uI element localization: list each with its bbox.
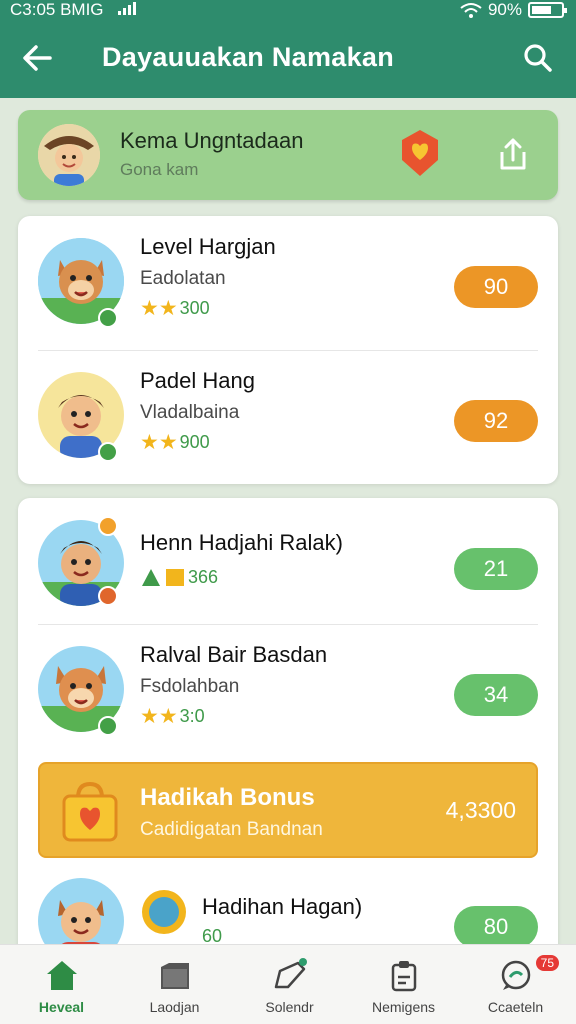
- online-status-dot: [98, 308, 118, 328]
- bonus-subtitle: Cadidigatan Bandnan: [140, 819, 323, 840]
- rating-value: 366: [188, 566, 219, 587]
- profile-banner[interactable]: Kema Ungntadaan Gona kam: [18, 110, 558, 200]
- list-item[interactable]: Level Hargjan Eadolatan ★★ 300 90: [18, 216, 558, 350]
- page-title: Dayauuakan Namakan: [102, 42, 395, 72]
- score-badge[interactable]: 92: [454, 400, 538, 442]
- bonus-banner[interactable]: Hadikah Bonus Cadidigatan Bandnan 4,3300: [38, 762, 538, 858]
- profile-avatar: [38, 124, 100, 186]
- back-arrow-icon[interactable]: [18, 40, 58, 76]
- compass-badge-icon: [142, 890, 186, 934]
- battery-icon: [528, 2, 567, 18]
- score-badge[interactable]: 80: [454, 906, 538, 948]
- score-badge[interactable]: 21: [454, 548, 538, 590]
- online-status-dot: [98, 442, 118, 462]
- app-header: C3:05 BMIG 90% Dayauuakan Namakan: [0, 0, 576, 98]
- wifi-icon: [460, 3, 482, 18]
- bottom-tab-bar: Heveal Laodjan Solendr Nemigens 75 Ccaet…: [0, 944, 576, 1024]
- star-icon: ★★: [140, 431, 178, 454]
- item-rating: ★★ 3:0: [140, 706, 205, 727]
- tab-solendr[interactable]: Solendr: [232, 945, 347, 1024]
- bonus-title: Hadikah Bonus: [140, 784, 315, 811]
- online-status-dot: [98, 716, 118, 736]
- tab-label: Solendr: [265, 999, 314, 1015]
- achievement-dot: [98, 516, 118, 536]
- tab-nemigens[interactable]: Nemigens: [346, 945, 461, 1024]
- rating-value: 900: [179, 432, 210, 452]
- tab-label: Heveal: [38, 999, 85, 1015]
- item-rating: 366: [140, 566, 218, 588]
- edit-icon: [274, 958, 307, 989]
- award-badge-icon[interactable]: [398, 128, 442, 178]
- score-badge[interactable]: 90: [454, 266, 538, 308]
- rating-value: 300: [179, 298, 210, 318]
- leaderboard-card-top: Level Hargjan Eadolatan ★★ 300 90 Padel …: [18, 216, 558, 484]
- clipboard-icon: [391, 961, 417, 992]
- star-icon: ★★: [140, 297, 178, 320]
- rank-icons: [142, 569, 184, 586]
- battery-percent: 90%: [487, 0, 522, 19]
- folder-icon: [161, 963, 189, 989]
- search-icon[interactable]: [520, 40, 556, 76]
- item-subtitle: Vladalbaina: [140, 402, 240, 423]
- home-icon: [47, 961, 77, 990]
- score-badge[interactable]: 34: [454, 674, 538, 716]
- item-rating: ★★ 300: [140, 298, 210, 319]
- tab-laodjan[interactable]: Laodjan: [117, 945, 232, 1024]
- share-icon[interactable]: [496, 136, 530, 172]
- signal-icon: [118, 2, 136, 15]
- gift-bag-icon: [62, 781, 118, 842]
- tab-label: Laodjan: [149, 999, 200, 1015]
- item-title: Ralval Bair Basdan: [140, 642, 328, 667]
- profile-name: Kema Ungntadaan: [120, 128, 304, 153]
- tab-label: Ccaeteln: [487, 999, 544, 1015]
- item-subtitle: Fsdolahban: [140, 676, 240, 697]
- profile-subtitle: Gona kam: [120, 160, 199, 179]
- list-item[interactable]: Ralval Bair Basdan Fsdolahban ★★ 3:0 34: [18, 624, 558, 758]
- rating-value: 3:0: [179, 706, 205, 726]
- list-item[interactable]: Henn Hadjahi Ralak) 366 21: [18, 498, 558, 632]
- tab-ccaeteln[interactable]: 75 Ccaeteln: [458, 945, 573, 1024]
- tab-label: Nemigens: [371, 999, 436, 1015]
- item-title: Padel Hang: [140, 368, 255, 393]
- status-time: C3:05 BMIG: [10, 0, 104, 19]
- status-dot: [98, 586, 118, 606]
- star-icon: ★★: [140, 705, 178, 728]
- leaderboard-card-bottom: Henn Hadjahi Ralak) 366 21 Ralval Bair B…: [18, 498, 558, 958]
- tab-home[interactable]: Heveal: [4, 945, 119, 1024]
- chat-icon: [501, 960, 531, 990]
- item-title: Henn Hadjahi Ralak): [140, 530, 343, 555]
- item-title: Hadihan Hagan): [202, 894, 363, 919]
- item-rating: ★★ 900: [140, 432, 210, 453]
- status-bar: C3:05 BMIG 90%: [0, 0, 576, 22]
- status-right: 90%: [460, 0, 567, 20]
- item-subtitle: Eadolatan: [140, 268, 226, 289]
- item-title: Level Hargjan: [140, 234, 276, 259]
- bonus-value: 4,3300: [445, 797, 516, 823]
- notification-badge: 75: [535, 955, 559, 971]
- list-item[interactable]: Padel Hang Vladalbaina ★★ 900 92: [18, 350, 558, 484]
